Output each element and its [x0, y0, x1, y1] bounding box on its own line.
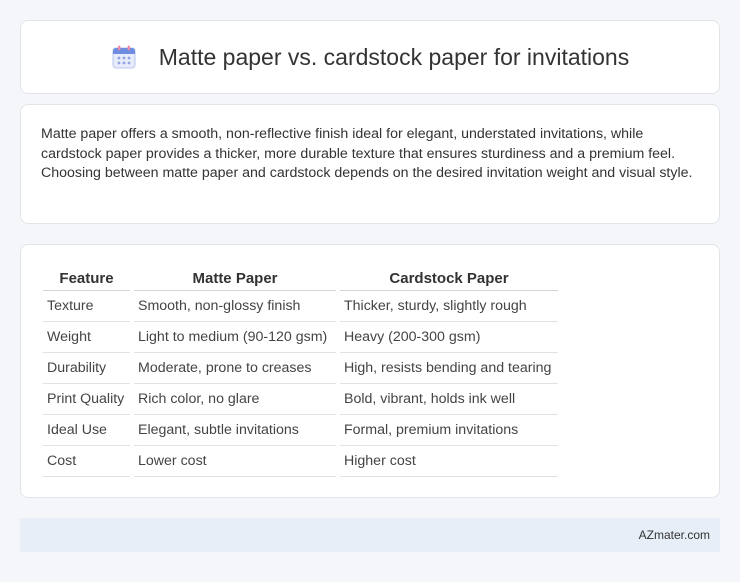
table-cell-cardstock: High, resists bending and tearing — [340, 353, 558, 384]
footer-brand-link[interactable]: AZmater.com — [639, 528, 710, 542]
table-cell-feature: Texture — [43, 291, 130, 322]
table-cell-matte: Rich color, no glare — [134, 384, 336, 415]
table-cell-feature: Ideal Use — [43, 415, 130, 446]
page-title: Matte paper vs. cardstock paper for invi… — [158, 43, 630, 70]
table-header-row: Feature Matte Paper Cardstock Paper — [43, 265, 558, 291]
table-row: Durability Moderate, prone to creases Hi… — [43, 353, 558, 384]
table-row: Ideal Use Elegant, subtle invitations Fo… — [43, 415, 558, 446]
table-cell-cardstock: Heavy (200-300 gsm) — [340, 322, 558, 353]
table-cell-matte: Lower cost — [134, 446, 336, 477]
table-cell-cardstock: Higher cost — [340, 446, 558, 477]
table-row: Cost Lower cost Higher cost — [43, 446, 558, 477]
table-cell-matte: Smooth, non-glossy finish — [134, 291, 336, 322]
table-cell-feature: Cost — [43, 446, 130, 477]
table-cell-matte: Moderate, prone to creases — [134, 353, 336, 384]
header: Matte paper vs. cardstock paper for invi… — [21, 21, 719, 93]
comparison-table: Feature Matte Paper Cardstock Paper Text… — [39, 265, 562, 477]
table-cell-feature: Durability — [43, 353, 130, 384]
table-cell-feature: Print Quality — [43, 384, 130, 415]
table-cell-matte: Elegant, subtle invitations — [134, 415, 336, 446]
table-row: Print Quality Rich color, no glare Bold,… — [43, 384, 558, 415]
table-cell-feature: Weight — [43, 322, 130, 353]
summary-text: Matte paper offers a smooth, non-reflect… — [41, 126, 693, 182]
table-cell-cardstock: Bold, vibrant, holds ink well — [340, 384, 558, 415]
comparison-card: Feature Matte Paper Cardstock Paper Text… — [20, 244, 720, 498]
calendar-icon — [112, 45, 136, 69]
table-cell-cardstock: Thicker, sturdy, slightly rough — [340, 291, 558, 322]
column-header-feature: Feature — [43, 265, 130, 291]
table-row: Texture Smooth, non-glossy finish Thicke… — [43, 291, 558, 322]
header-card: Matte paper vs. cardstock paper for invi… — [20, 20, 720, 94]
summary-card: Matte paper offers a smooth, non-reflect… — [20, 104, 720, 224]
footer: AZmater.com — [20, 518, 720, 552]
table-cell-cardstock: Formal, premium invitations — [340, 415, 558, 446]
column-header-matte-paper: Matte Paper — [134, 265, 336, 291]
table-cell-matte: Light to medium (90-120 gsm) — [134, 322, 336, 353]
table-row: Weight Light to medium (90-120 gsm) Heav… — [43, 322, 558, 353]
column-header-cardstock-paper: Cardstock Paper — [340, 265, 558, 291]
